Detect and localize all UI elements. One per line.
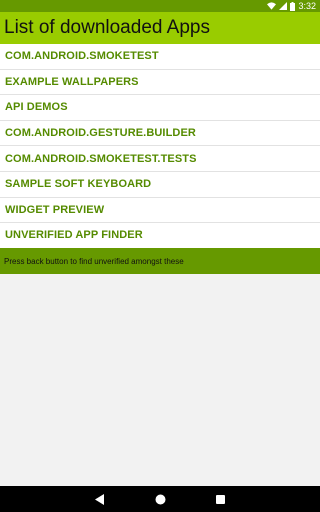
- list-item[interactable]: COM.ANDROID.SMOKETEST.TESTS: [0, 146, 320, 172]
- list-item[interactable]: SAMPLE SOFT KEYBOARD: [0, 172, 320, 198]
- wifi-icon: [267, 2, 277, 10]
- page-title: List of downloaded Apps: [4, 17, 210, 38]
- info-bar: Press back button to find unverified amo…: [0, 248, 320, 274]
- status-bar: 3:32: [0, 0, 320, 12]
- list-item[interactable]: COM.ANDROID.GESTURE.BUILDER: [0, 121, 320, 147]
- list-item[interactable]: WIDGET PREVIEW: [0, 198, 320, 224]
- status-time: 3:32: [298, 1, 316, 11]
- list-item[interactable]: API DEMOS: [0, 95, 320, 121]
- app-bar: List of downloaded Apps: [0, 12, 320, 44]
- back-icon[interactable]: [93, 492, 107, 506]
- signal-icon: [279, 2, 288, 10]
- recents-icon[interactable]: [213, 492, 227, 506]
- list-item[interactable]: UNVERIFIED APP FINDER: [0, 223, 320, 249]
- navigation-bar: [0, 486, 320, 512]
- list-item[interactable]: COM.ANDROID.SMOKETEST: [0, 44, 320, 70]
- list-item[interactable]: EXAMPLE WALLPAPERS: [0, 70, 320, 96]
- battery-icon: [290, 1, 296, 11]
- home-icon[interactable]: [153, 492, 167, 506]
- info-text: Press back button to find unverified amo…: [4, 256, 184, 266]
- app-list: COM.ANDROID.SMOKETEST EXAMPLE WALLPAPERS…: [0, 44, 320, 249]
